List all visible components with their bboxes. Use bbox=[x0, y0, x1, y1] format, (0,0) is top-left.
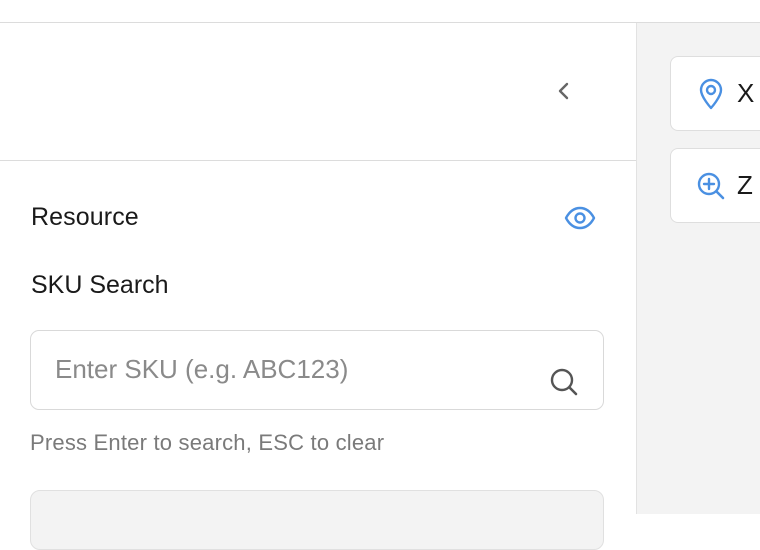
chevron-left-icon bbox=[558, 82, 569, 100]
location-tool-button[interactable]: X bbox=[670, 56, 760, 131]
results-card bbox=[30, 490, 604, 550]
sidebar-panel: Resource SKU Search Press Enter to searc… bbox=[0, 23, 637, 550]
zoom-tool-label: Z bbox=[737, 170, 753, 200]
location-tool-label: X bbox=[737, 78, 755, 108]
map-area: X Z bbox=[637, 23, 760, 514]
zoom-in-icon bbox=[697, 172, 725, 199]
sku-search-input[interactable] bbox=[55, 349, 535, 389]
toggle-visibility-button[interactable] bbox=[563, 203, 597, 233]
search-hint: Press Enter to search, ESC to clear bbox=[30, 430, 385, 455]
sku-search-box bbox=[30, 330, 604, 410]
sku-search-label: SKU Search bbox=[31, 271, 169, 299]
collapse-sidebar-button[interactable] bbox=[548, 75, 580, 107]
top-bar bbox=[0, 0, 760, 23]
search-button[interactable] bbox=[549, 367, 579, 397]
section-title: Resource bbox=[31, 203, 139, 231]
sidebar-header bbox=[0, 23, 636, 161]
eye-icon bbox=[564, 206, 596, 230]
location-pin-icon bbox=[699, 78, 723, 109]
zoom-tool-button[interactable]: Z bbox=[670, 148, 760, 223]
search-icon bbox=[550, 368, 578, 396]
